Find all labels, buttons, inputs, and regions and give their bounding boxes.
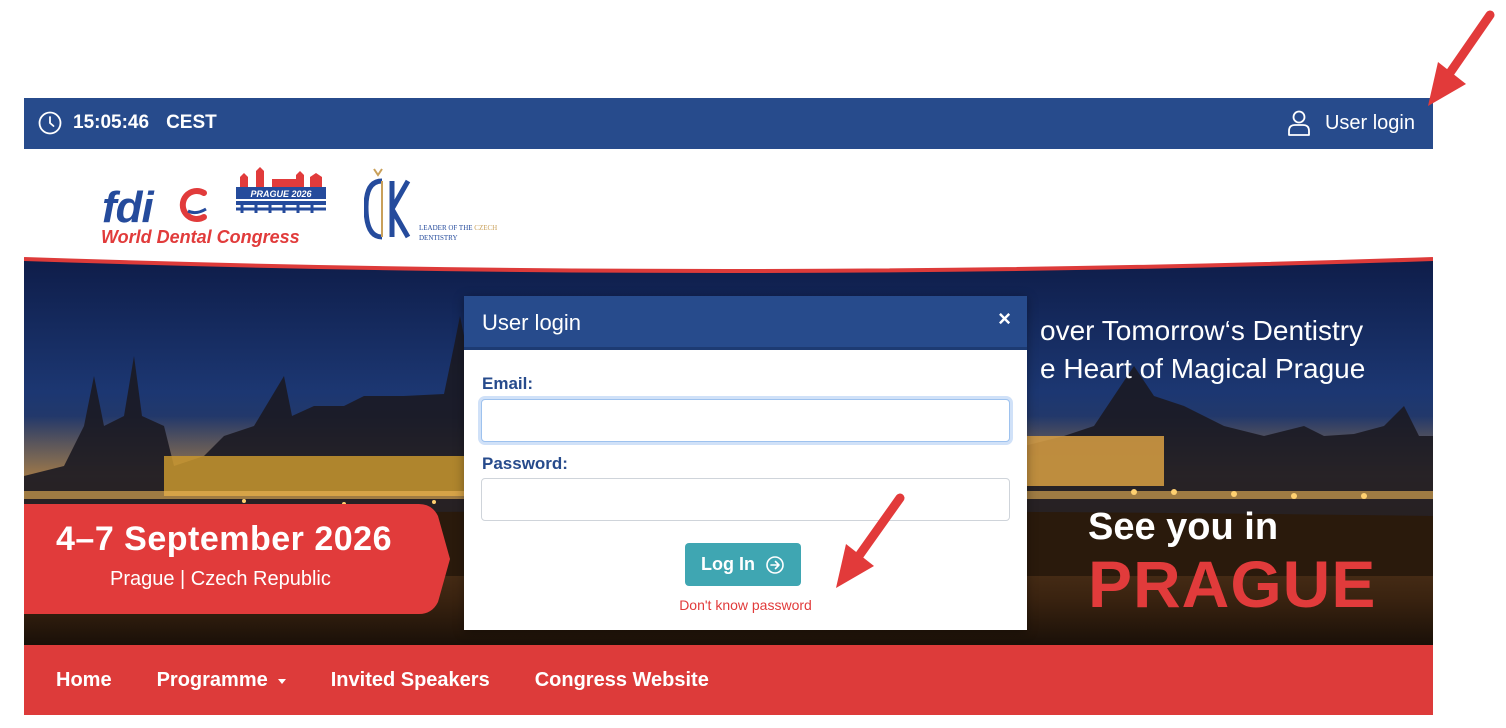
page: 15:05:46 CEST User login fdi World Denta… [0, 0, 1506, 728]
top-bar: 15:05:46 CEST User login [24, 98, 1433, 149]
email-field[interactable] [481, 399, 1010, 442]
fdi-subtitle: World Dental Congress [101, 227, 300, 247]
hero-tagline: over Tomorrow‘s Dentistry e Heart of Mag… [1040, 315, 1366, 384]
login-modal: User login × Email: Password: Log In Don… [464, 296, 1027, 630]
event-dates: 4–7 September 2026 [56, 520, 392, 558]
nav-item-home[interactable]: Home [56, 669, 112, 692]
prague-logo-text: PRAGUE 2026 [250, 189, 312, 199]
user-login-link[interactable]: User login [1287, 110, 1415, 136]
password-field[interactable] [481, 478, 1010, 521]
login-button[interactable]: Log In [685, 543, 801, 586]
nav-item-invited-speakers[interactable]: Invited Speakers [331, 669, 490, 692]
timezone: CEST [166, 112, 217, 133]
prague-headline: PRAGUE [1088, 547, 1377, 621]
modal-title: User login [482, 310, 582, 335]
header: fdi World Dental Congress PRAGUE 2026 LE… [24, 149, 1433, 256]
close-icon[interactable]: × [998, 306, 1011, 332]
nav-item-programme[interactable]: Programme [157, 669, 286, 692]
chevron-down-icon [277, 678, 286, 684]
see-you-text: See you in [1088, 506, 1279, 548]
main-nav: Home Programme Invited Speakers Congress… [24, 645, 1433, 715]
clock: 15:05:46 CEST [38, 111, 217, 135]
annotation-arrow-icon [1428, 10, 1495, 106]
prague-2026-logo: PRAGUE 2026 [236, 167, 326, 213]
nav-item-congress-website[interactable]: Congress Website [535, 669, 709, 692]
csk-tagline: LEADER OF THE CZECH DENTISTRY [419, 224, 498, 242]
modal-header: User login × [464, 296, 1027, 350]
user-login-label: User login [1324, 111, 1415, 134]
email-label: Email: [482, 374, 534, 393]
event-location: Prague | Czech Republic [110, 568, 331, 590]
header-divider-swoosh [24, 256, 1433, 273]
clock-icon [38, 111, 62, 135]
current-time: 15:05:46 [73, 112, 150, 133]
csk-logo [364, 168, 411, 240]
annotation-arrow-icon [836, 493, 905, 588]
arrow-right-circle-icon [766, 555, 784, 574]
fdi-logo-text: fdi [102, 183, 154, 232]
fdi-swoosh-icon [179, 188, 207, 222]
password-label: Password: [482, 454, 568, 473]
user-icon [1288, 110, 1310, 136]
login-button-label: Log In [701, 554, 755, 574]
forgot-password-link[interactable]: Don't know password [464, 597, 1027, 613]
